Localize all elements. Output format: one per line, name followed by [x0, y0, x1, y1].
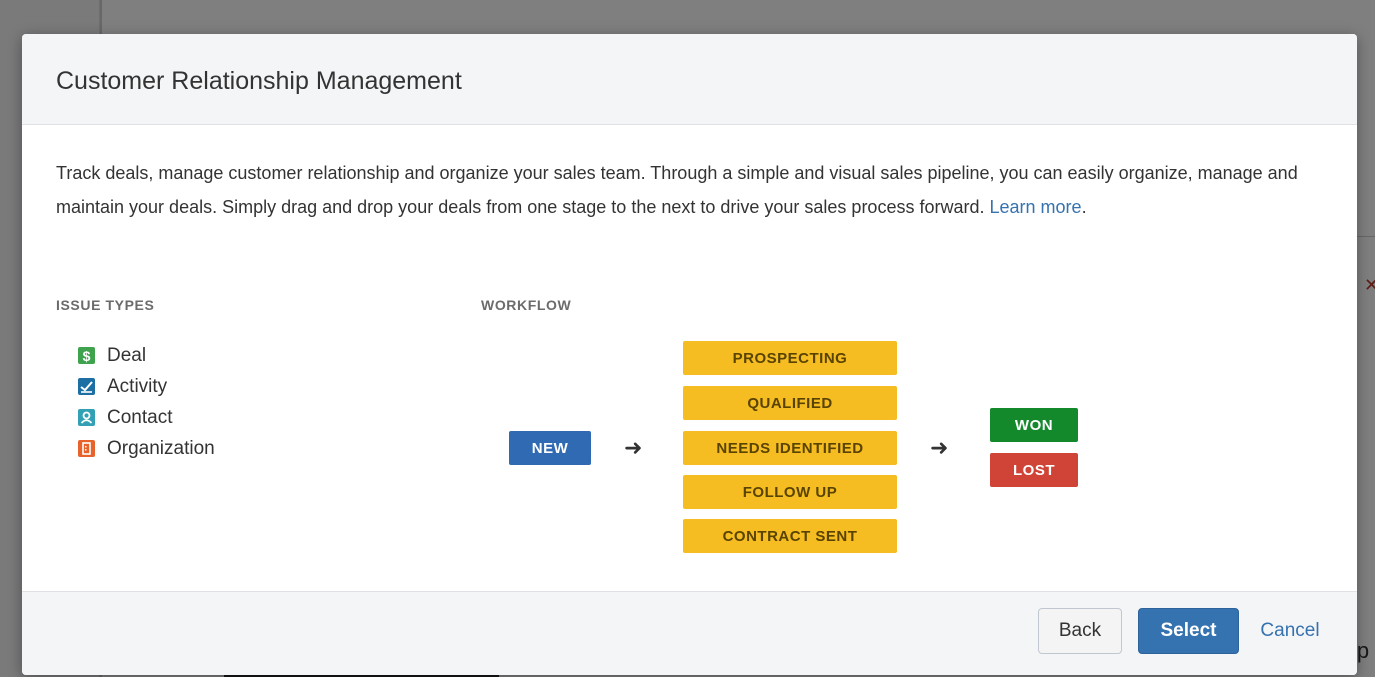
issue-types-heading: ISSUE TYPES — [56, 297, 155, 313]
status-lost: LOST — [990, 453, 1078, 487]
issue-types-list: $ Deal Activity Contact Organization — [78, 340, 215, 464]
issue-type-label: Contact — [107, 406, 173, 428]
status-won: WON — [990, 408, 1078, 442]
issue-type-deal: $ Deal — [78, 340, 215, 371]
learn-more-link[interactable]: Learn more — [990, 197, 1082, 217]
issue-type-label: Deal — [107, 344, 147, 366]
issue-type-label: Activity — [107, 375, 168, 397]
select-button[interactable]: Select — [1138, 608, 1239, 654]
dialog-title: Customer Relationship Management — [56, 67, 462, 95]
issue-type-contact: Contact — [78, 402, 215, 433]
activity-icon — [78, 378, 95, 395]
issue-type-label: Organization — [107, 437, 215, 459]
status-qualified: QUALIFIED — [683, 386, 897, 420]
description-period: . — [1081, 197, 1087, 217]
arrow-right-icon: ➜ — [930, 435, 949, 460]
status-prospecting: PROSPECTING — [683, 341, 897, 375]
status-contract-sent: CONTRACT SENT — [683, 519, 897, 553]
contact-icon — [78, 409, 95, 426]
dialog-header: Customer Relationship Management — [22, 34, 1357, 125]
organization-icon — [78, 440, 95, 457]
cancel-button[interactable]: Cancel — [1250, 608, 1330, 654]
workflow-heading: WORKFLOW — [481, 297, 572, 313]
template-dialog: Customer Relationship Management Track d… — [22, 34, 1357, 675]
status-follow-up: FOLLOW UP — [683, 475, 897, 509]
dollar-icon: $ — [78, 347, 95, 364]
issue-type-activity: Activity — [78, 371, 215, 402]
dialog-footer: Back Select Cancel — [22, 591, 1357, 675]
dialog-description: Track deals, manage customer relationshi… — [56, 156, 1336, 224]
back-button[interactable]: Back — [1038, 608, 1122, 654]
status-new: NEW — [509, 431, 591, 465]
description-text: Track deals, manage customer relationshi… — [56, 163, 1298, 217]
issue-type-organization: Organization — [78, 433, 215, 464]
status-needs-identified: NEEDS IDENTIFIED — [683, 431, 897, 465]
arrow-right-icon: ➜ — [624, 435, 643, 460]
